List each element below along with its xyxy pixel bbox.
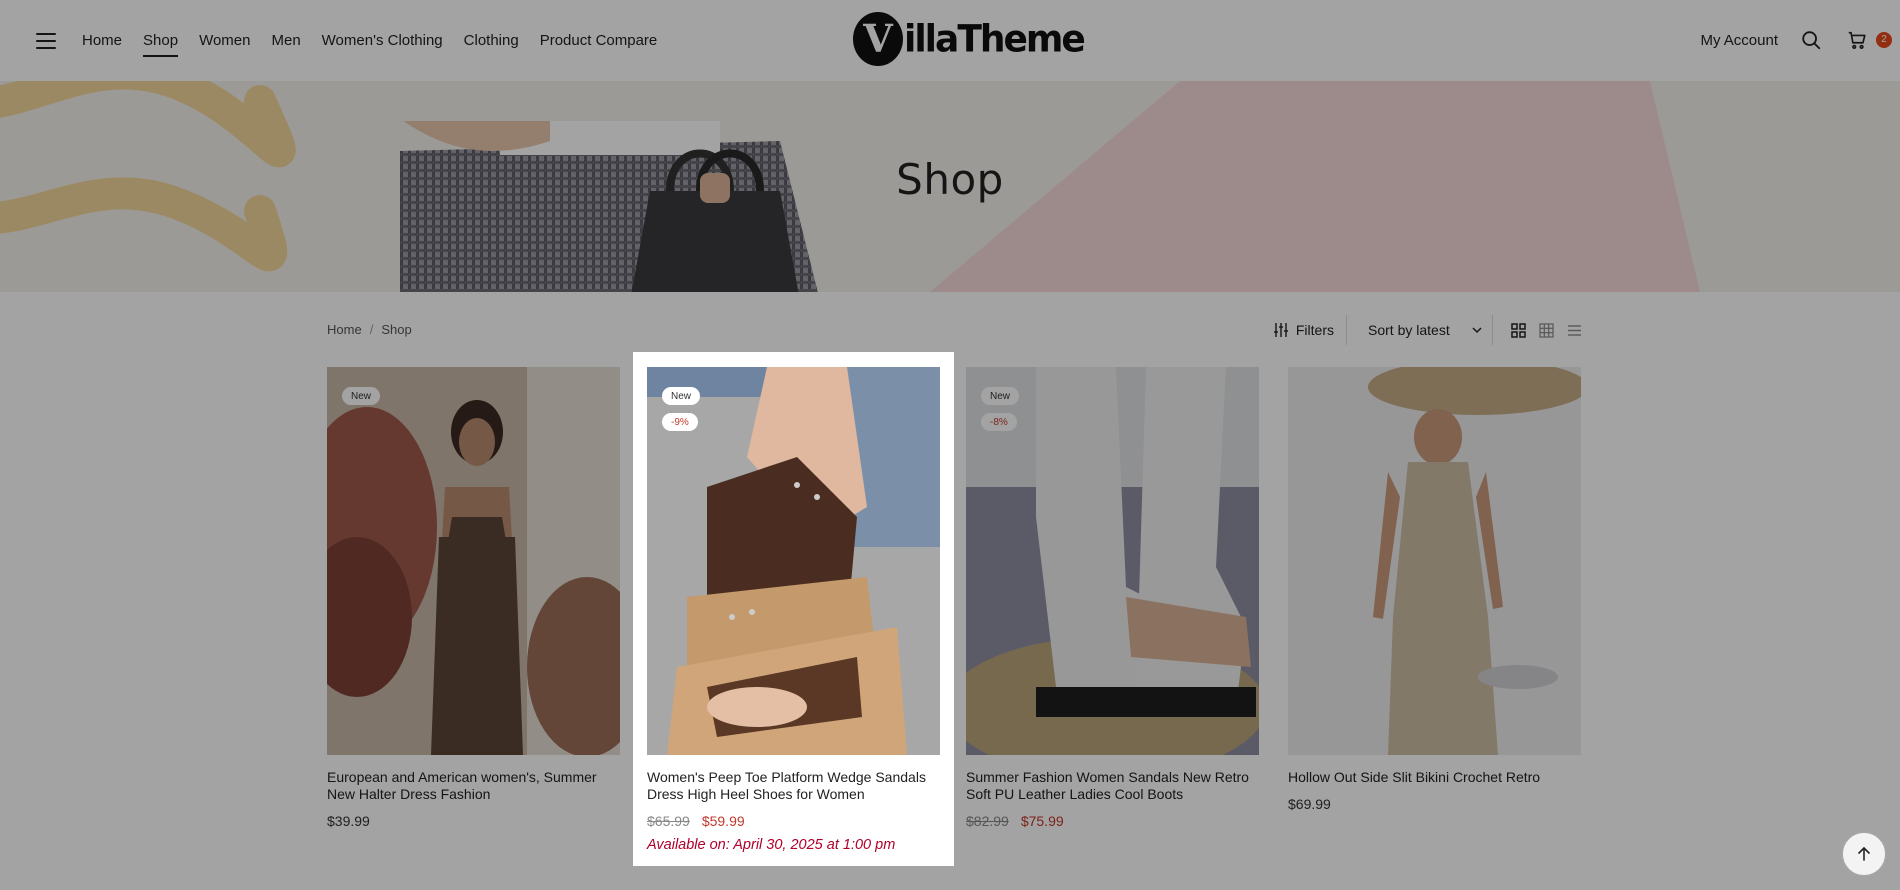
discount-badge: -8% — [981, 413, 1017, 431]
page-title: Shop — [896, 155, 1004, 204]
menu-icon[interactable] — [36, 32, 56, 49]
product-image[interactable]: New -8% — [966, 367, 1259, 755]
product-price: $69.99 — [1288, 796, 1581, 812]
search-icon[interactable] — [1800, 29, 1824, 53]
old-price: $65.99 — [647, 813, 690, 829]
availability-notice: Available on: April 30, 2025 at 1:00 pm — [647, 837, 896, 853]
product-title[interactable]: Hollow Out Side Slit Bikini Crochet Retr… — [1288, 769, 1581, 786]
grid-2-icon[interactable] — [1511, 322, 1526, 338]
header-actions: My Account 2 — [1700, 0, 1892, 81]
list-icon[interactable] — [1567, 323, 1582, 338]
product-price: $39.99 — [327, 813, 620, 829]
nav-home[interactable]: Home — [82, 26, 122, 55]
nav-womens-clothing[interactable]: Women's Clothing — [322, 26, 443, 55]
site-logo[interactable]: V illaTheme — [853, 12, 1086, 66]
chevron-down-icon — [1472, 327, 1482, 334]
shop-toolbar: Filters Sort by latest — [1273, 313, 1582, 347]
nav-women[interactable]: Women — [199, 26, 250, 55]
filter-sliders-icon — [1273, 323, 1288, 337]
new-badge: New — [662, 387, 701, 405]
product-title[interactable]: Summer Fashion Women Sandals New Retro S… — [966, 769, 1259, 803]
cart-icon[interactable]: 2 — [1846, 29, 1892, 53]
view-switcher — [1493, 322, 1582, 338]
logo-mark: V — [853, 12, 903, 66]
product-title[interactable]: European and American women's, Summer Ne… — [327, 769, 620, 803]
product-price: $82.99 $75.99 — [966, 813, 1259, 829]
product-image[interactable]: New -9% — [647, 367, 940, 755]
product-card[interactable]: New European and American women's, Summe… — [327, 367, 620, 829]
nav-shop[interactable]: Shop — [143, 26, 179, 57]
breadcrumb-home[interactable]: Home — [327, 322, 362, 337]
nav-men[interactable]: Men — [271, 26, 300, 55]
breadcrumb: Home / Shop — [327, 322, 412, 337]
sort-value: Sort by latest — [1368, 322, 1450, 338]
filters-button[interactable]: Filters — [1273, 315, 1347, 345]
sale-price: $75.99 — [1020, 813, 1064, 829]
nav-clothing[interactable]: Clothing — [464, 26, 519, 55]
product-card-highlighted[interactable]: New -9% Women's Peep Toe Platform Wedge … — [647, 367, 940, 853]
old-price: $82.99 — [966, 813, 1009, 829]
new-badge: New — [342, 387, 381, 405]
breadcrumb-separator: / — [369, 322, 374, 337]
hero-model-image — [400, 121, 818, 292]
scroll-to-top-button[interactable] — [1842, 832, 1886, 876]
price: $69.99 — [1288, 796, 1331, 812]
product-card[interactable]: New -8% Summer Fashion Women Sandals New… — [966, 367, 1259, 829]
product-price: $65.99 $59.99 — [647, 813, 940, 829]
discount-badge: -9% — [662, 413, 698, 431]
main-nav: Home Shop Women Men Women's Clothing Clo… — [82, 26, 658, 57]
dim-overlay — [0, 866, 1900, 890]
breadcrumb-current: Shop — [381, 322, 412, 337]
cart-count-badge: 2 — [1876, 31, 1892, 48]
product-image[interactable]: New — [327, 367, 620, 755]
product-title[interactable]: Women's Peep Toe Platform Wedge Sandals … — [647, 769, 940, 803]
price: $39.99 — [327, 813, 370, 829]
shop-hero-banner: Shop — [0, 81, 1900, 292]
site-header: Home Shop Women Men Women's Clothing Clo… — [0, 0, 1900, 81]
filters-label: Filters — [1295, 322, 1334, 338]
sort-select[interactable]: Sort by latest — [1347, 315, 1493, 345]
grid-3-icon[interactable] — [1539, 322, 1554, 338]
nav-product-compare[interactable]: Product Compare — [540, 26, 658, 55]
new-badge: New — [981, 387, 1020, 405]
my-account-link[interactable]: My Account — [1700, 32, 1778, 49]
product-image[interactable] — [1288, 367, 1581, 755]
product-card[interactable]: Hollow Out Side Slit Bikini Crochet Retr… — [1288, 367, 1581, 812]
logo-text: illaTheme — [904, 17, 1086, 61]
arrow-up-icon — [1858, 846, 1870, 861]
sale-price: $59.99 — [701, 813, 745, 829]
